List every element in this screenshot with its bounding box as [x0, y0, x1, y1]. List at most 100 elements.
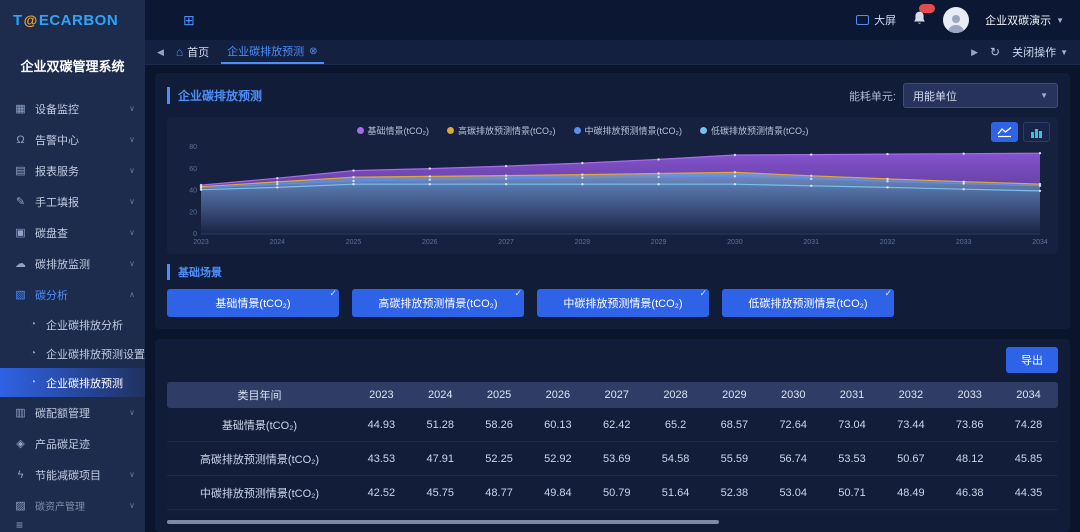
cell-value: 68.57 [705, 419, 764, 431]
notification-badge [919, 4, 935, 13]
pie-icon: ◔ [27, 319, 39, 330]
table-row: 基础情景(tCO₂)44.9351.2858.2660.1362.4265.26… [167, 408, 1058, 442]
year-header: 2031 [823, 389, 882, 401]
chevron-down-icon: ▼ [1060, 48, 1068, 57]
year-header: 2025 [470, 389, 529, 401]
tab-emission-forecast[interactable]: 企业碳排放预测 ⊗ [221, 40, 323, 64]
forecast-panel: 企业碳排放预测 能耗单元: 用能单位 ▼ 基础情景(tCO₂)高碳排放预测情景(… [155, 73, 1070, 329]
energy-unit-select[interactable]: 用能单位 ▼ [903, 83, 1058, 108]
svg-text:2031: 2031 [803, 239, 819, 246]
tabs-scroll-left-icon[interactable]: ◀ [157, 47, 164, 58]
line-chart-toggle[interactable] [991, 122, 1018, 142]
collapse-sidebar-icon[interactable]: ⊞ [183, 12, 195, 29]
scenario-section-title: 基础场景 [167, 264, 222, 280]
svg-text:60: 60 [189, 166, 197, 173]
cell-value: 46.38 [940, 487, 999, 499]
sidebar-item-energy-saving-projects[interactable]: ϟ节能减碳项目∨ [0, 459, 145, 490]
check-icon: ✓ [329, 288, 337, 299]
avatar[interactable] [943, 7, 969, 33]
svg-text:2023: 2023 [193, 239, 209, 246]
sidebar-item-product-footprint[interactable]: ◈产品碳足迹 [0, 428, 145, 459]
chart-type-toggle [991, 122, 1050, 142]
menu-footer-icon[interactable]: ≡ [0, 512, 145, 532]
line-chart-icon [997, 126, 1012, 138]
chevron-down-icon: ∨ [129, 501, 135, 510]
year-header: 2030 [764, 389, 823, 401]
sidebar-item-quota-management[interactable]: ▥碳配额管理∨ [0, 397, 145, 428]
cell-value: 44.35 [999, 487, 1058, 499]
legend-item-0[interactable]: 基础情景(tCO₂) [357, 124, 430, 137]
sidebar-item-alert-center[interactable]: Ω告警中心∨ [0, 124, 145, 155]
svg-text:2033: 2033 [956, 239, 972, 246]
close-tab-icon[interactable]: ⊗ [309, 46, 317, 57]
year-header: 2029 [705, 389, 764, 401]
sidebar-item-carbon-inventory[interactable]: ▣碳盘查∨ [0, 217, 145, 248]
cell-value: 74.28 [999, 419, 1058, 431]
user-icon [945, 11, 967, 33]
year-header: 2023 [352, 389, 411, 401]
cell-value: 53.53 [823, 453, 882, 465]
asset-icon: ▨ [14, 499, 27, 512]
year-header: 2034 [999, 389, 1058, 401]
legend-item-2[interactable]: 中碳排放预测情景(tCO₂) [574, 124, 683, 137]
chevron-up-icon: ∧ [129, 290, 135, 299]
cell-value: 58.26 [470, 419, 529, 431]
sidebar-item-carbon-analysis[interactable]: ▧碳分析∧ [0, 279, 145, 310]
sidebar-subitem-emission-forecast-settings[interactable]: ◔企业碳排放预测设置 [0, 339, 145, 368]
sidebar-item-emission-monitor[interactable]: ☁碳排放监测∨ [0, 248, 145, 279]
close-operations-dropdown[interactable]: 关闭操作 ▼ [1012, 44, 1068, 60]
tabbar: ◀ ⌂ 首页 企业碳排放预测 ⊗ ▶ ↻ 关闭操作 ▼ [145, 40, 1080, 65]
cell-value: 51.28 [411, 419, 470, 431]
check-icon: ✓ [699, 288, 707, 299]
horizontal-scrollbar[interactable] [167, 520, 719, 524]
scenario-button-1[interactable]: 高碳排放预测情景(tCO₂)✓ [352, 289, 524, 317]
sidebar-item-manual-fill[interactable]: ✎手工填报∨ [0, 186, 145, 217]
scenario-button-0[interactable]: 基础情景(tCO₂)✓ [167, 289, 339, 317]
bell-icon: Ω [14, 134, 27, 146]
logo-text: T [13, 12, 23, 29]
svg-text:80: 80 [189, 144, 197, 151]
cell-value: 53.04 [764, 487, 823, 499]
cell-value: 52.38 [705, 487, 764, 499]
chart-icon: ▧ [14, 288, 27, 301]
svg-text:2027: 2027 [498, 239, 514, 246]
cell-value: 45.75 [411, 487, 470, 499]
scenario-button-3[interactable]: 低碳排放预测情景(tCO₂)✓ [722, 289, 894, 317]
report-icon: ▤ [14, 164, 27, 177]
sidebar-item-report-service[interactable]: ▤报表服务∨ [0, 155, 145, 186]
chevron-down-icon: ∨ [129, 470, 135, 479]
cell-value: 56.74 [764, 453, 823, 465]
svg-text:2032: 2032 [880, 239, 896, 246]
cell-value: 44.93 [352, 419, 411, 431]
screen-icon [856, 15, 869, 25]
scenario-button-2[interactable]: 中碳排放预测情景(tCO₂)✓ [537, 289, 709, 317]
tabs-scroll-right-icon[interactable]: ▶ [971, 47, 978, 58]
svg-text:2024: 2024 [270, 239, 286, 246]
cell-value: 55.59 [705, 453, 764, 465]
row-label: 中碳排放预测情景(tCO₂) [167, 485, 352, 501]
sidebar-subitem-emission-forecast[interactable]: ◔企业碳排放预测 [0, 368, 145, 397]
chevron-down-icon: ∨ [129, 166, 135, 175]
sidebar-item-device-monitor[interactable]: ▦设备监控∨ [0, 93, 145, 124]
page-content: 企业碳排放预测 能耗单元: 用能单位 ▼ 基础情景(tCO₂)高碳排放预测情景(… [145, 65, 1080, 532]
sidebar-subitem-enterprise-emission-analysis[interactable]: ◔企业碳排放分析 [0, 310, 145, 339]
sidebar-item-carbon-assets[interactable]: ▨碳资产管理∨ [0, 490, 145, 512]
notification-bell-icon[interactable] [912, 10, 927, 31]
legend-item-1[interactable]: 高碳排放预测情景(tCO₂) [447, 124, 556, 137]
cell-value: 42.52 [352, 487, 411, 499]
tab-home[interactable]: ⌂ 首页 [176, 44, 209, 60]
bar-chart-toggle[interactable] [1023, 122, 1050, 142]
edit-icon: ✎ [14, 195, 27, 208]
tenant-switcher[interactable]: 企业双碳演示 ▼ [985, 12, 1064, 28]
refresh-icon[interactable]: ↻ [990, 45, 1000, 59]
chevron-down-icon: ∨ [129, 135, 135, 144]
legend-item-3[interactable]: 低碳排放预测情景(tCO₂) [700, 124, 809, 137]
cell-value: 50.79 [587, 487, 646, 499]
export-button[interactable]: 导出 [1006, 347, 1058, 373]
table-header-row: 类目年间202320242025202620272028202920302031… [167, 382, 1058, 408]
cloud-icon: ☁ [14, 257, 27, 270]
legend-dot-icon [700, 127, 707, 134]
home-icon: ⌂ [176, 45, 183, 59]
big-screen-button[interactable]: 大屏 [856, 12, 896, 28]
footprint-icon: ◈ [14, 437, 27, 450]
